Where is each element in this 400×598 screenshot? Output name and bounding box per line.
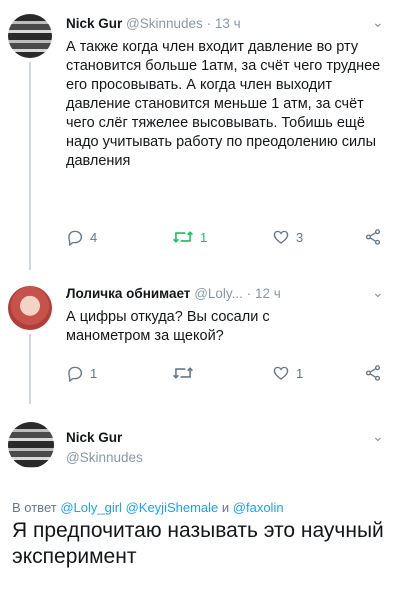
retweet-icon <box>173 367 193 379</box>
retweet-button[interactable]: 1 <box>172 228 207 246</box>
main-tweet-handle: @Skinnudes <box>66 450 143 465</box>
share-button[interactable] <box>364 364 382 382</box>
reply-user-link[interactable]: @faxolin <box>233 500 284 515</box>
main-tweet-text: Я предпочитаю называть это научный экспе… <box>12 519 384 568</box>
display-name[interactable]: Лоличка обнимает <box>66 286 190 301</box>
reply-prefix: В ответ <box>12 500 57 515</box>
chevron-down-icon[interactable]: ⌄ <box>372 14 384 31</box>
avatar[interactable] <box>8 286 52 330</box>
heart-icon <box>273 230 289 244</box>
retweet-count: 1 <box>200 229 208 245</box>
reply-user-link[interactable]: @KeyjiShemale <box>126 500 219 515</box>
share-button[interactable] <box>364 228 382 246</box>
reply-icon <box>68 366 83 382</box>
thread-line <box>29 334 31 404</box>
user-handle[interactable]: @Skinnudes <box>66 450 143 465</box>
like-count: 1 <box>296 365 304 381</box>
timestamp[interactable]: 13 ч <box>215 16 241 31</box>
reply-context: В ответ @Loly_girl @KeyjiShemale и @faxo… <box>12 500 284 515</box>
avatar[interactable] <box>8 422 54 468</box>
thread-line <box>29 62 31 270</box>
like-button[interactable]: 1 <box>272 364 303 382</box>
separator: · <box>206 16 212 31</box>
retweet-button[interactable] <box>172 364 200 382</box>
display-name[interactable]: Nick Gur <box>66 16 122 31</box>
chevron-down-icon[interactable]: ⌄ <box>372 428 384 445</box>
share-icon <box>365 229 381 245</box>
tweet-text: А цифры откуда? Вы сосали с манометром з… <box>66 309 270 344</box>
main-tweet-name: Nick Gur <box>66 430 122 445</box>
reply-user-link[interactable]: @Loly_girl <box>60 500 122 515</box>
reply-count: 1 <box>90 365 98 381</box>
user-handle[interactable]: @Skinnudes <box>126 16 203 31</box>
reply-count: 4 <box>90 229 98 245</box>
heart-icon <box>273 366 289 380</box>
chevron-down-icon[interactable]: ⌄ <box>372 284 384 301</box>
tweet-header: Nick Gur @Skinnudes · 13 ч <box>66 16 241 31</box>
like-button[interactable]: 3 <box>272 228 303 246</box>
tweet-text: А также когда член входит давление во рт… <box>66 39 381 169</box>
reply-and: и <box>221 500 230 515</box>
retweet-icon <box>173 231 193 243</box>
avatar[interactable] <box>8 14 52 58</box>
user-handle[interactable]: @Loly... <box>194 286 243 301</box>
reply-button[interactable]: 4 <box>66 228 97 246</box>
like-count: 3 <box>296 229 304 245</box>
reply-button[interactable]: 1 <box>66 364 97 382</box>
timestamp[interactable]: 12 ч <box>255 286 281 301</box>
share-icon <box>365 365 381 381</box>
display-name[interactable]: Nick Gur <box>66 430 122 445</box>
reply-icon <box>68 230 83 246</box>
separator: · <box>246 286 252 301</box>
tweet-header: Лоличка обнимает @Loly... · 12 ч <box>66 286 281 301</box>
